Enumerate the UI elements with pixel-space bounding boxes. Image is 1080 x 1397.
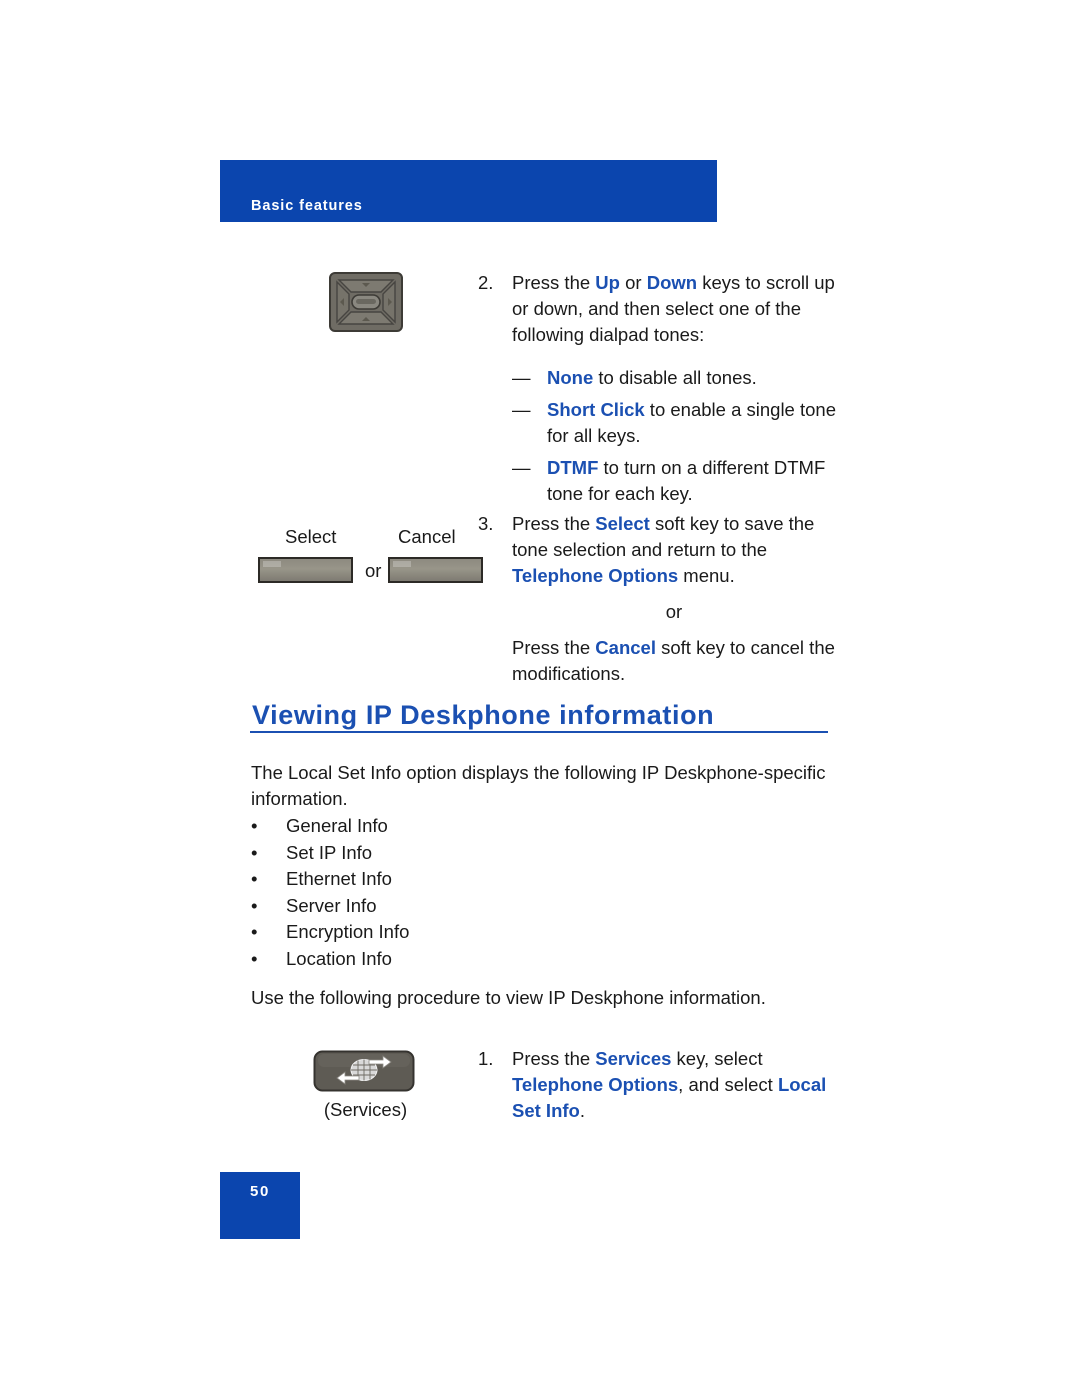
list-item-label: Encryption Info <box>286 921 410 942</box>
step-2-text: Press the Up or Down keys to scroll up o… <box>512 270 836 348</box>
step-3-cancel-text: Press the Cancel soft key to cancel the … <box>512 635 836 687</box>
step-1-number: 1. <box>478 1048 494 1069</box>
page-header-banner: Basic features <box>220 160 717 222</box>
step-1-text-mid: key, select <box>671 1048 763 1069</box>
intro-paragraph: The Local Set Info option displays the f… <box>251 762 826 809</box>
list-item: • Location Info <box>251 946 651 973</box>
bullet-marker: • <box>251 921 258 942</box>
cancel-softkey-label: Cancel <box>398 526 456 547</box>
tone-option-none-text: None to disable all tones. <box>547 365 836 391</box>
short-click-keyword: Short Click <box>547 399 645 420</box>
step-3-or-label: or <box>665 601 683 622</box>
step-2: 2. Press the Up or Down keys to scroll u… <box>478 270 836 507</box>
list-item: • General Info <box>251 813 651 840</box>
softkey-labels-row: Select Cancel <box>258 524 488 550</box>
list-item-label: Set IP Info <box>286 841 373 863</box>
section-heading: Viewing IP Deskphone information <box>252 700 715 730</box>
services-key-image <box>313 1050 415 1092</box>
tone-option-short-click: — Short Click to enable a single tone fo… <box>512 397 836 449</box>
tone-option-dtmf: — DTMF to turn on a different DTMF tone … <box>512 455 836 507</box>
info-bullet-list: • General Info • Set IP Info • Ethernet … <box>251 813 651 972</box>
list-item-label: Location Info <box>286 947 392 969</box>
step-2-text-mid: or <box>619 272 647 293</box>
page-number-block: 50 <box>220 1172 300 1239</box>
telephone-options-keyword: Telephone Options <box>512 565 679 586</box>
list-item: • Encryption Info <box>251 919 651 946</box>
step-1-text: Press the Services key, select Telephone… <box>512 1046 836 1124</box>
step-1: 1. Press the Services key, select Teleph… <box>478 1046 836 1124</box>
bullet-marker: • <box>251 841 258 863</box>
services-keyword: Services <box>595 1048 672 1069</box>
select-softkey-label: Select <box>285 526 337 547</box>
softkey-images-row: or <box>258 557 488 585</box>
bullet-marker: • <box>251 894 258 916</box>
step-2-text-pre: Press the <box>512 272 596 293</box>
cancel-softkey-image <box>388 557 483 583</box>
tone-option-short-click-text: Short Click to enable a single tone for … <box>547 397 836 449</box>
up-keyword: Up <box>595 272 620 293</box>
step-3-text-post: menu. <box>678 565 735 586</box>
none-description: to disable all tones. <box>593 367 757 388</box>
section-heading-rule <box>250 731 828 733</box>
cancel-keyword: Cancel <box>595 637 656 658</box>
dash-marker: — <box>512 367 531 388</box>
dash-marker: — <box>512 457 531 478</box>
telephone-options-keyword: Telephone Options <box>512 1074 679 1095</box>
navigation-key-image <box>329 272 403 332</box>
softkey-or-label: or <box>365 560 382 581</box>
page-number: 50 <box>250 1183 270 1200</box>
none-keyword: None <box>547 367 594 388</box>
list-item: • Set IP Info <box>251 840 651 867</box>
dash-marker: — <box>512 399 531 420</box>
services-key-caption: (Services) <box>323 1099 408 1120</box>
page-header-title: Basic features <box>251 198 363 214</box>
list-item-label: General Info <box>286 815 388 836</box>
list-item: • Ethernet Info <box>251 866 651 893</box>
tone-option-none: — None to disable all tones. <box>512 365 836 391</box>
list-item-label: Ethernet Info <box>286 868 392 889</box>
step-3-number: 3. <box>478 513 494 534</box>
step-1-text-pre: Press the <box>512 1048 596 1069</box>
services-globe-icon <box>313 1050 415 1092</box>
step-1-text-post: . <box>579 1100 585 1121</box>
select-keyword: Select <box>595 513 650 534</box>
bullet-marker: • <box>251 947 258 969</box>
down-keyword: Down <box>646 272 698 293</box>
list-item-label: Server Info <box>286 894 377 916</box>
step-1-text-mid2: , and select <box>678 1074 778 1095</box>
bullet-marker: • <box>251 815 258 836</box>
navigation-key-icon <box>329 272 403 332</box>
step-3: 3. Press the Select soft key to save the… <box>478 511 836 687</box>
list-item: • Server Info <box>251 893 651 920</box>
step-3-text-pre: Press the <box>512 513 596 534</box>
tone-option-dtmf-text: DTMF to turn on a different DTMF tone fo… <box>547 455 836 507</box>
select-softkey-image <box>258 557 353 583</box>
step-3-cancel-pre: Press the <box>512 637 596 658</box>
step-3-text: Press the Select soft key to save the to… <box>512 511 836 589</box>
bullet-marker: • <box>251 868 258 889</box>
step-2-number: 2. <box>478 272 494 293</box>
dtmf-keyword: DTMF <box>547 457 599 478</box>
procedure-intro-paragraph: Use the following procedure to view IP D… <box>251 987 766 1008</box>
